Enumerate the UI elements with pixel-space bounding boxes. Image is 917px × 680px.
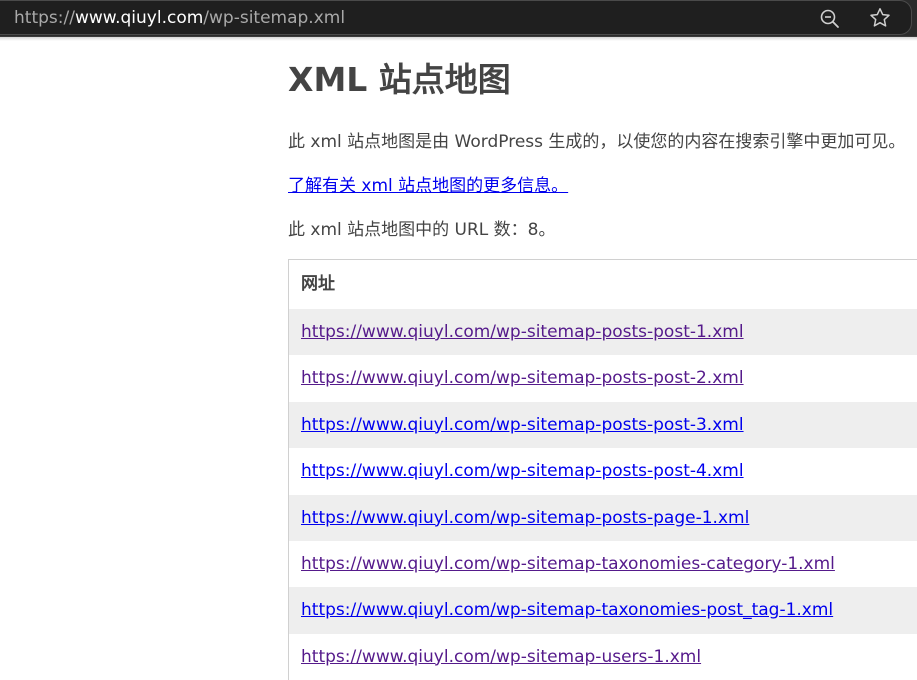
url-protocol: https:// [14,8,75,28]
table-body: https://www.qiuyl.com/wp-sitemap-posts-p… [289,309,917,680]
sitemap-url-link[interactable]: https://www.qiuyl.com/wp-sitemap-posts-p… [301,322,744,342]
browser-address-bar: https://www.qiuyl.com/wp-sitemap.xml [0,0,917,37]
url-count-text: 此 xml 站点地图中的 URL 数：8。 [288,220,556,240]
star-icon[interactable] [868,6,892,30]
sitemap-url-link[interactable]: https://www.qiuyl.com/wp-sitemap-posts-p… [301,508,749,528]
table-header-url: 网址 [289,260,917,309]
url-host: www.qiuyl.com [74,8,204,28]
sitemap-url-link[interactable]: https://www.qiuyl.com/wp-sitemap-posts-p… [301,368,744,388]
learn-more-paragraph: 了解有关 xml 站点地图的更多信息。 [288,174,568,198]
sitemap-url-link[interactable]: https://www.qiuyl.com/wp-sitemap-posts-p… [301,415,744,435]
url-field[interactable]: https://www.qiuyl.com/wp-sitemap.xml [0,0,912,35]
sitemap-url-link[interactable]: https://www.qiuyl.com/wp-sitemap-posts-p… [301,461,744,481]
table-row: https://www.qiuyl.com/wp-sitemap-taxonom… [289,541,917,587]
table-row: https://www.qiuyl.com/wp-sitemap-posts-p… [289,494,917,541]
page-title: XML 站点地图 [288,60,511,99]
table-row: https://www.qiuyl.com/wp-sitemap-posts-p… [289,309,917,356]
sitemap-url-link[interactable]: https://www.qiuyl.com/wp-sitemap-taxonom… [301,600,833,620]
intro-text: 此 xml 站点地图是由 WordPress 生成的，以使您的内容在搜索引擎中更… [288,132,906,152]
url-path: /wp-sitemap.xml [203,8,346,28]
sitemap-table: 网址 https://www.qiuyl.com/wp-sitemap-post… [288,259,917,680]
sitemap-url-link[interactable]: https://www.qiuyl.com/wp-sitemap-users-1… [301,647,701,667]
table-row: https://www.qiuyl.com/wp-sitemap-users-1… [289,634,917,680]
learn-more-link[interactable]: 了解有关 xml 站点地图的更多信息。 [288,176,568,196]
zoom-out-icon[interactable] [818,7,842,31]
sitemap-url-link[interactable]: https://www.qiuyl.com/wp-sitemap-taxonom… [301,554,835,574]
url-text[interactable]: https://www.qiuyl.com/wp-sitemap.xml [14,8,345,28]
table-row: https://www.qiuyl.com/wp-sitemap-posts-p… [289,355,917,401]
table-row: https://www.qiuyl.com/wp-sitemap-taxonom… [289,587,917,634]
table-row: https://www.qiuyl.com/wp-sitemap-posts-p… [289,401,917,449]
page-top-shadow [0,37,917,41]
table-row: https://www.qiuyl.com/wp-sitemap-posts-p… [289,448,917,494]
